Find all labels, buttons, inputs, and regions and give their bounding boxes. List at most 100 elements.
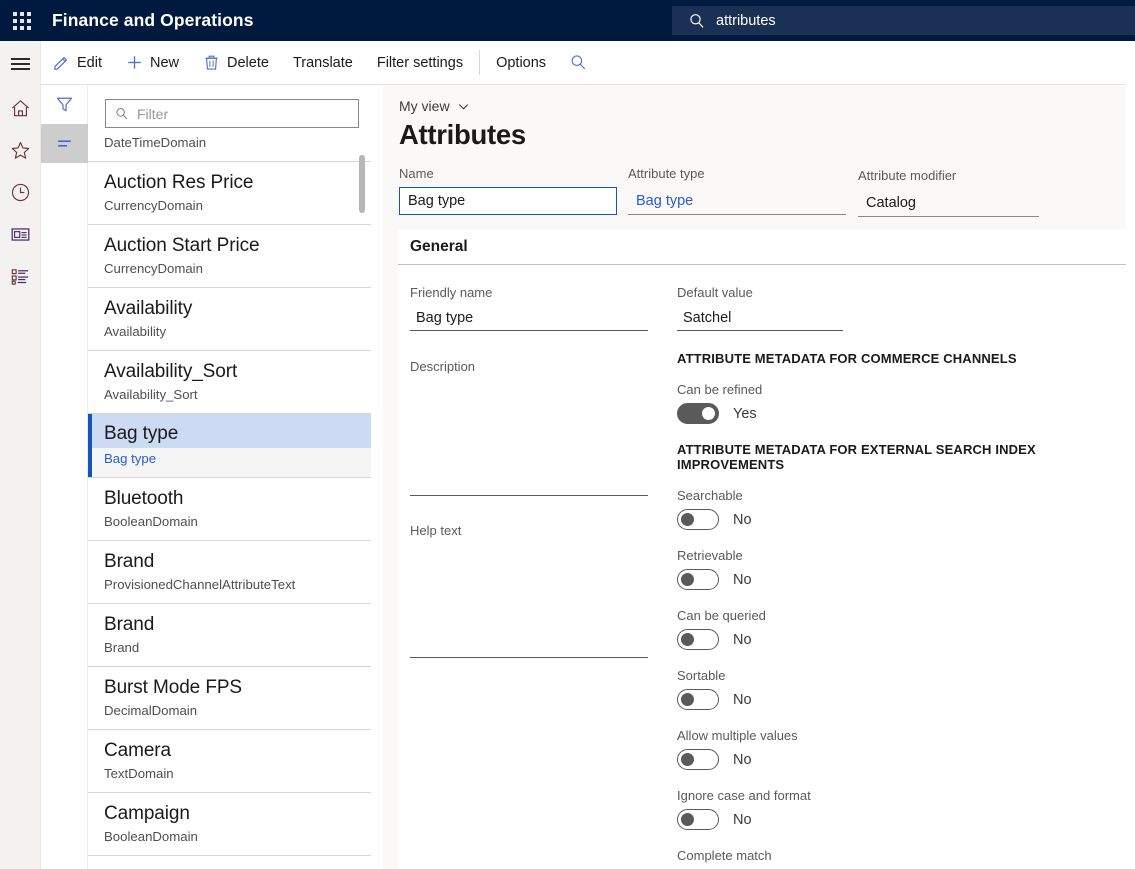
new-button[interactable]: New xyxy=(114,41,191,85)
field-name-value: Bag type xyxy=(408,193,465,209)
toggle-allow-multiple-values-switch[interactable] xyxy=(677,749,719,770)
toggle-ignore-case-and-format-label: Ignore case and format xyxy=(677,788,1107,803)
general-left-column: Friendly name Bag type Description Help … xyxy=(410,285,648,658)
list-item[interactable]: Availability Availability xyxy=(88,288,371,351)
command-search-button[interactable] xyxy=(558,41,606,85)
list-pane: Filter DateTimeDomain Auction Res Price … xyxy=(41,85,371,869)
workspace-icon[interactable] xyxy=(0,213,41,255)
list-item-subtitle: BooleanDomain xyxy=(104,825,357,855)
list-filter-input[interactable]: Filter xyxy=(105,99,359,128)
list-item-title: Auction Res Price xyxy=(104,162,357,194)
list-item-subtitle: DecimalDomain xyxy=(104,699,357,729)
toggle-retrievable: Retrievable No xyxy=(677,548,1107,590)
app-launcher-icon[interactable] xyxy=(0,0,44,41)
toggle-searchable-switch[interactable] xyxy=(677,509,719,530)
general-right-column: Default value Satchel ATTRIBUTE METADATA… xyxy=(677,285,1107,869)
list-item-subtitle: BooleanDomain xyxy=(104,510,357,540)
field-attribute-type-input[interactable]: Bag type xyxy=(628,187,846,215)
global-search-box[interactable]: attributes xyxy=(672,6,1135,35)
toggle-can-be-queried-label: Can be queried xyxy=(677,608,1107,623)
field-description-input[interactable] xyxy=(410,379,648,496)
list-item[interactable]: Burst Mode FPS DecimalDomain xyxy=(88,667,371,730)
delete-button[interactable]: Delete xyxy=(191,41,281,85)
list-item-title: Auction Start Price xyxy=(104,225,357,257)
hamburger-menu-icon[interactable] xyxy=(0,41,41,87)
edit-button-label: Edit xyxy=(77,55,102,71)
search-icon xyxy=(115,107,129,121)
field-description: Description xyxy=(410,359,648,496)
translate-button[interactable]: Translate xyxy=(281,41,365,85)
list-item[interactable]: Brand Brand xyxy=(88,604,371,667)
toggle-searchable-label: Searchable xyxy=(677,488,1107,503)
list-item-title: Availability_Sort xyxy=(104,351,357,383)
commerce-metadata-section-title: ATTRIBUTE METADATA FOR COMMERCE CHANNELS xyxy=(677,351,1107,366)
toggle-complete-match-label: Complete match xyxy=(677,848,1107,863)
toggle-sortable-label: Sortable xyxy=(677,668,1107,683)
field-help-text-input[interactable] xyxy=(410,543,648,658)
list-lines-icon[interactable] xyxy=(41,124,88,163)
list-item[interactable]: Campaign BooleanDomain xyxy=(88,793,371,856)
toggle-allow-multiple-values-value: No xyxy=(733,752,752,768)
list-item-selected[interactable]: Bag type Bag type xyxy=(88,414,371,478)
field-friendly-name-input[interactable]: Bag type xyxy=(410,305,648,331)
search-icon xyxy=(689,13,705,29)
toggle-retrievable-label: Retrievable xyxy=(677,548,1107,563)
field-attribute-modifier: Attribute modifier Catalog xyxy=(858,168,1039,217)
star-icon[interactable] xyxy=(0,129,41,171)
list-items-container: DateTimeDomain Auction Res Price Currenc… xyxy=(88,135,371,856)
toggle-sortable-value: No xyxy=(733,692,752,708)
toggle-sortable: Sortable No xyxy=(677,668,1107,710)
list-scrollbar-thumb[interactable] xyxy=(359,155,365,213)
toggle-can-be-refined: Can be refined Yes xyxy=(677,382,1107,424)
options-button[interactable]: Options xyxy=(484,41,558,85)
list-item-subtitle: Bag type xyxy=(104,448,357,477)
field-help-text: Help text xyxy=(410,523,648,658)
filter-settings-button-label: Filter settings xyxy=(377,55,463,71)
list-item[interactable]: Brand ProvisionedChannelAttributeText xyxy=(88,541,371,604)
field-name-input[interactable]: Bag type xyxy=(399,187,617,215)
toggle-can-be-refined-switch[interactable] xyxy=(677,403,719,424)
list-item[interactable]: Camera TextDomain xyxy=(88,730,371,793)
page-title: Attributes xyxy=(399,119,526,151)
toggle-can-be-queried-switch[interactable] xyxy=(677,629,719,650)
search-metadata-section-title: ATTRIBUTE METADATA FOR EXTERNAL SEARCH I… xyxy=(677,442,1107,472)
toggle-can-be-refined-label: Can be refined xyxy=(677,382,1107,397)
funnel-filter-icon[interactable] xyxy=(41,85,88,124)
field-help-text-label: Help text xyxy=(410,523,648,538)
field-name: Name Bag type xyxy=(399,166,617,215)
toggle-ignore-case-and-format-switch[interactable] xyxy=(677,809,719,830)
list-item-subtitle: Brand xyxy=(104,636,357,666)
toggle-can-be-queried: Can be queried No xyxy=(677,608,1107,650)
list-body: Filter DateTimeDomain Auction Res Price … xyxy=(88,85,371,869)
app-title: Finance and Operations xyxy=(52,10,254,31)
toggle-sortable-switch[interactable] xyxy=(677,689,719,710)
field-attribute-modifier-input[interactable]: Catalog xyxy=(858,189,1039,217)
field-default-value-label: Default value xyxy=(677,285,1107,300)
edit-button[interactable]: Edit xyxy=(41,41,114,85)
list-item[interactable]: Auction Res Price CurrencyDomain xyxy=(88,162,371,225)
view-selector[interactable]: My view xyxy=(399,98,470,114)
clock-icon[interactable] xyxy=(0,171,41,213)
list-item[interactable]: Auction Start Price CurrencyDomain xyxy=(88,225,371,288)
list-item-subtitle: Availability_Sort xyxy=(104,383,357,413)
list-item[interactable]: Availability_Sort Availability_Sort xyxy=(88,351,371,414)
toggle-allow-multiple-values-label: Allow multiple values xyxy=(677,728,1107,743)
field-attribute-type-label: Attribute type xyxy=(628,166,846,181)
list-item-title: Burst Mode FPS xyxy=(104,667,357,699)
field-attribute-type-value: Bag type xyxy=(636,193,693,209)
field-description-label: Description xyxy=(410,359,648,374)
chevron-down-icon xyxy=(457,100,470,113)
modules-list-icon[interactable] xyxy=(0,255,41,297)
list-item-title: Brand xyxy=(104,604,357,636)
list-item-subtitle: CurrencyDomain xyxy=(104,257,357,287)
list-item[interactable]: Bluetooth BooleanDomain xyxy=(88,478,371,541)
filter-settings-button[interactable]: Filter settings xyxy=(365,41,475,85)
list-item[interactable]: DateTimeDomain xyxy=(88,135,371,162)
field-default-value-input[interactable]: Satchel xyxy=(677,305,843,331)
toggle-retrievable-switch[interactable] xyxy=(677,569,719,590)
main-content: My view Attributes Name Bag type Attribu… xyxy=(383,86,1135,869)
list-item-subtitle: DateTimeDomain xyxy=(104,135,357,161)
toggle-can-be-queried-value: No xyxy=(733,632,752,648)
home-icon[interactable] xyxy=(0,87,41,129)
field-attribute-type: Attribute type Bag type xyxy=(628,166,846,215)
